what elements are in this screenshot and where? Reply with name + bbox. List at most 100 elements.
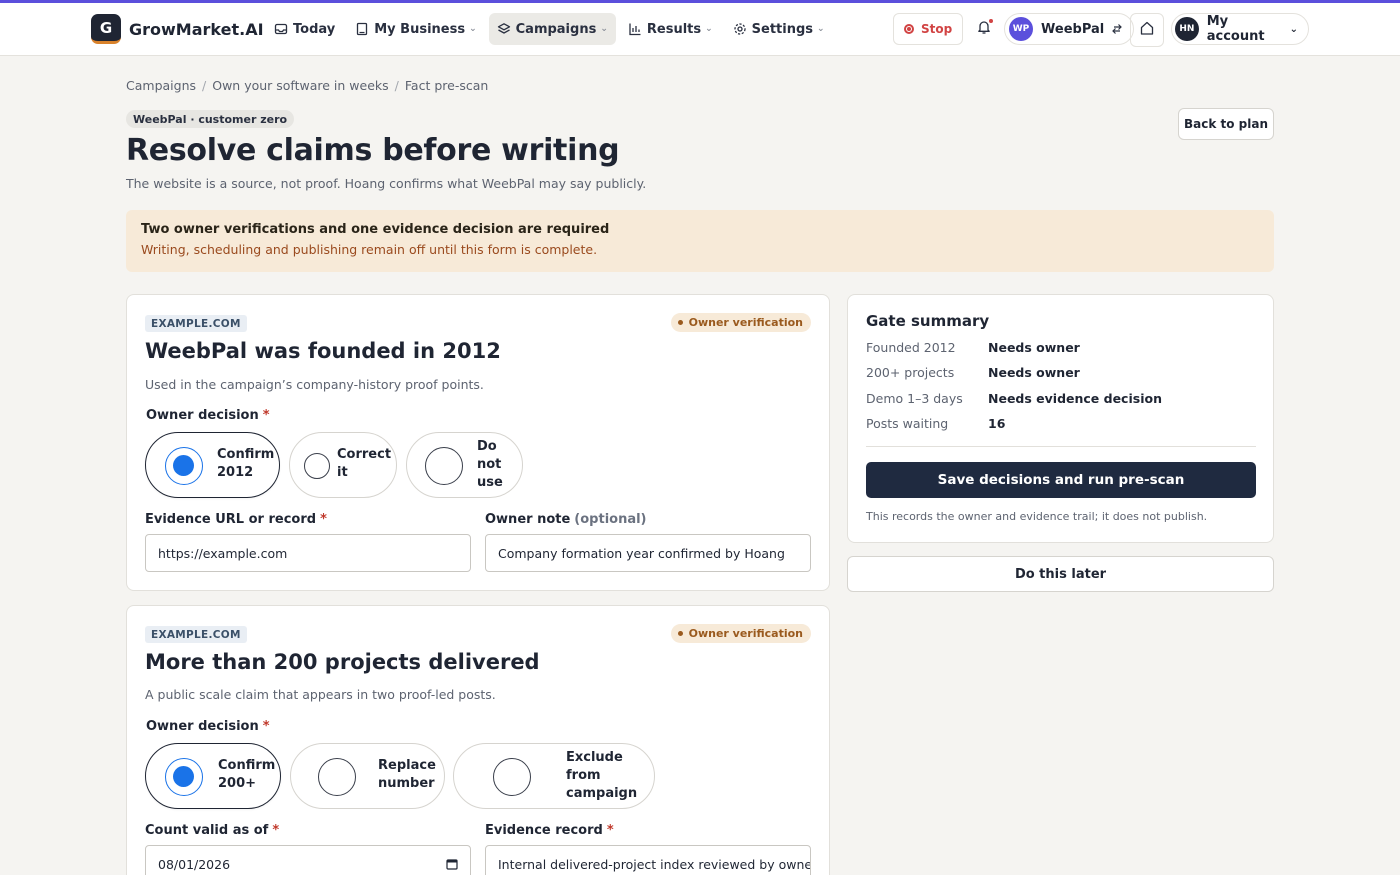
claim-card-projects: EXAMPLE.COM Owner verification More than… <box>126 605 830 875</box>
chevron-down-icon: ⌄ <box>705 24 713 34</box>
brand[interactable]: G GrowMarket.AI <box>91 13 264 45</box>
radio-button[interactable] <box>425 447 463 485</box>
owner-decision-label: Owner decision * <box>146 408 270 423</box>
option-label: Replace number <box>378 758 436 791</box>
evidence-url-input[interactable]: https://example.com <box>145 534 471 572</box>
summary-row: 200+ projects Needs owner <box>866 362 1256 382</box>
bell-icon <box>976 19 992 39</box>
stop-button[interactable]: Stop <box>893 13 964 45</box>
claim-title: WeebPal was founded in 2012 <box>145 339 501 363</box>
option-label: Do not use <box>477 439 503 490</box>
account-label: My account <box>1206 14 1265 44</box>
page-subtitle: The website is a source, not proof. Hoan… <box>126 176 647 191</box>
requirements-alert: Two owner verifications and one evidence… <box>126 210 1274 272</box>
notifications-button[interactable] <box>970 13 998 45</box>
summary-value: Needs owner <box>988 364 1080 380</box>
page-title: Resolve claims before writing <box>126 133 620 168</box>
nav-my-business[interactable]: My Business ⌄ <box>347 13 484 45</box>
breadcrumb-campaign[interactable]: Own your software in weeks <box>212 78 388 93</box>
owner-note-input[interactable]: Company formation year confirmed by Hoan… <box>485 534 811 572</box>
stop-icon <box>904 24 914 34</box>
stop-button-label: Stop <box>921 22 953 36</box>
status-badge-label: Owner verification <box>688 627 803 640</box>
nav-today-label: Today <box>293 21 336 37</box>
chevron-down-icon: ⌄ <box>817 24 825 34</box>
status-badge-label: Owner verification <box>688 316 803 329</box>
top-navigation-bar: G GrowMarket.AI Today My Business ⌄ Camp… <box>0 3 1400 56</box>
nav-results[interactable]: Results ⌄ <box>620 13 721 45</box>
summary-key: Founded 2012 <box>866 339 956 355</box>
home-button[interactable] <box>1130 13 1164 47</box>
radio-button[interactable] <box>165 758 203 796</box>
option-do-not-use[interactable]: Do not use <box>406 432 523 498</box>
claim-description: Used in the campaign’s company-history p… <box>145 377 484 392</box>
required-marker: * <box>606 823 614 838</box>
summary-row: Founded 2012 Needs owner <box>866 337 1256 357</box>
radio-button[interactable] <box>165 447 203 485</box>
home-icon <box>1139 20 1155 40</box>
option-confirm-200[interactable]: Confirm 200+ <box>145 743 281 809</box>
count-date-value: 08/01/2026 <box>158 856 231 872</box>
do-this-later-button[interactable]: Do this later <box>847 556 1274 592</box>
gate-summary-title: Gate summary <box>866 312 990 330</box>
nav-settings-label: Settings <box>751 21 814 37</box>
nav-my-business-label: My Business <box>374 21 466 37</box>
radio-button[interactable] <box>318 758 356 796</box>
inbox-icon <box>274 22 288 36</box>
layers-icon <box>497 22 511 36</box>
breadcrumb-campaigns[interactable]: Campaigns <box>126 78 196 93</box>
workspace-avatar: WP <box>1009 17 1033 41</box>
nav-results-label: Results <box>646 21 702 37</box>
optional-marker: (optional) <box>574 512 647 527</box>
option-label: Exclude from campaign <box>566 750 638 801</box>
alert-body: Writing, scheduling and publishing remai… <box>141 242 598 257</box>
back-to-plan-button[interactable]: Back to plan <box>1178 108 1274 140</box>
owner-note-label-text: Owner note <box>485 512 571 527</box>
owner-note-label: Owner note (optional) <box>485 512 647 527</box>
status-badge: Owner verification <box>670 313 811 332</box>
calendar-icon[interactable] <box>446 858 458 870</box>
gear-icon <box>733 22 747 36</box>
breadcrumb-separator: / <box>394 78 399 93</box>
brand-name: GrowMarket.AI <box>129 19 264 39</box>
gate-summary-card: Gate summary Founded 2012 Needs owner 20… <box>847 294 1274 543</box>
save-and-prescan-button[interactable]: Save decisions and run pre-scan <box>866 462 1256 498</box>
summary-value: Needs evidence decision <box>988 390 1162 406</box>
chevron-down-icon: ⌄ <box>600 24 608 34</box>
workspace-switcher[interactable]: WP WeebPal <box>1004 13 1135 45</box>
owner-decision-label-text: Owner decision <box>146 408 259 423</box>
alert-title: Two owner verifications and one evidence… <box>141 222 610 237</box>
evidence-url-label-text: Evidence URL or record <box>145 512 317 527</box>
brand-logo: G <box>91 14 121 44</box>
account-avatar: HN <box>1175 17 1199 41</box>
evidence-record-input[interactable]: Internal delivered-project index reviewe… <box>485 845 811 875</box>
summary-divider <box>866 446 1256 447</box>
book-icon <box>355 22 369 36</box>
account-menu[interactable]: HN My account ⌄ <box>1171 13 1309 45</box>
nav-settings[interactable]: Settings ⌄ <box>725 13 833 45</box>
main-nav: Today My Business ⌄ Campaigns ⌄ Results … <box>266 13 837 45</box>
radio-button[interactable] <box>304 453 330 479</box>
option-confirm-2012[interactable]: Confirm 2012 <box>145 432 280 498</box>
nav-campaigns[interactable]: Campaigns ⌄ <box>488 13 616 45</box>
option-correct-it[interactable]: Correct it <box>289 432 397 498</box>
option-exclude[interactable]: Exclude from campaign <box>453 743 655 809</box>
claim-card-founded: EXAMPLE.COM Owner verification WeebPal w… <box>126 294 830 591</box>
workspace-name: WeebPal <box>1041 21 1105 37</box>
chevron-down-icon: ⌄ <box>469 24 477 34</box>
evidence-record-label-text: Evidence record <box>485 823 603 838</box>
summary-key: 200+ projects <box>866 364 955 380</box>
owner-decision-label: Owner decision * <box>146 719 270 734</box>
radio-button[interactable] <box>493 758 531 796</box>
breadcrumb-current: Fact pre-scan <box>404 78 489 93</box>
breadcrumb-separator: / <box>202 78 207 93</box>
option-label: Confirm 2012 <box>217 447 275 480</box>
claim-title: More than 200 projects delivered <box>145 650 540 674</box>
evidence-url-label: Evidence URL or record * <box>145 512 327 527</box>
nav-campaigns-label: Campaigns <box>515 21 597 37</box>
option-replace-number[interactable]: Replace number <box>290 743 445 809</box>
source-chip: EXAMPLE.COM <box>145 315 247 332</box>
count-date-input[interactable]: 08/01/2026 <box>145 845 471 875</box>
switch-icon <box>1111 23 1123 35</box>
nav-today[interactable]: Today <box>266 13 343 45</box>
